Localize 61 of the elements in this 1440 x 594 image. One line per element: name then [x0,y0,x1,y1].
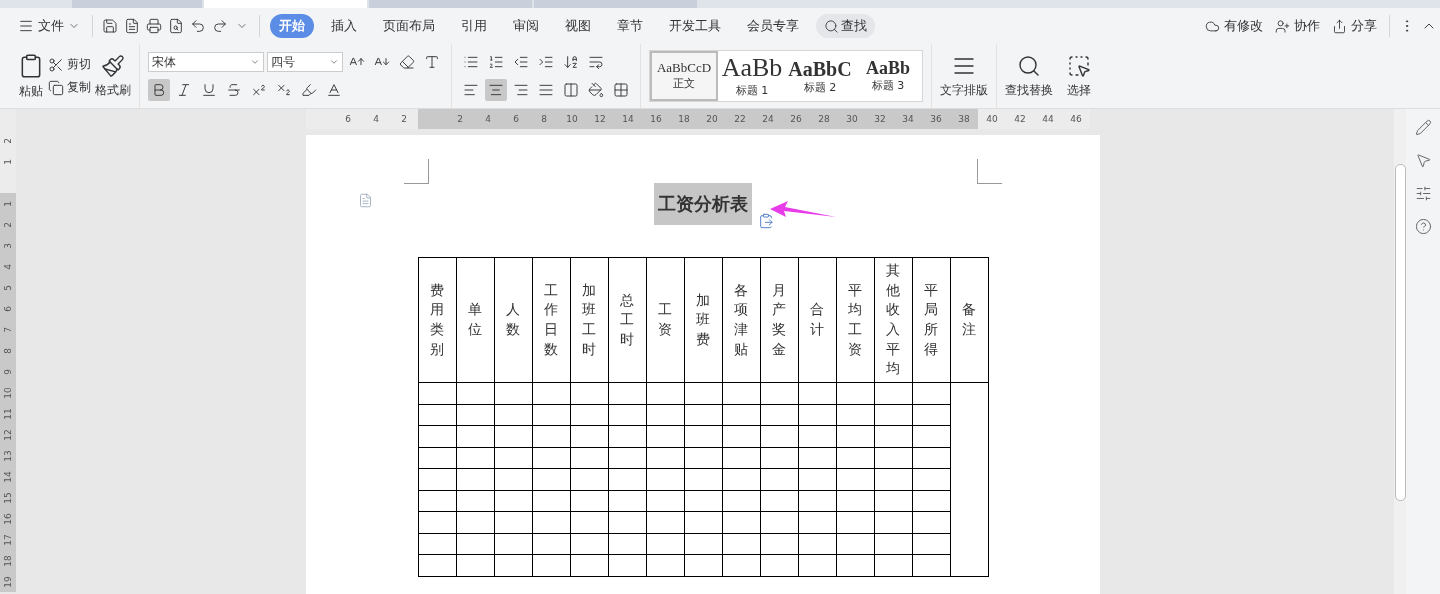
ruler-number: 1 [0,193,16,214]
toolbar-button[interactable]: 分享 [1326,17,1383,35]
font-size-field[interactable]: 四号 [267,52,343,72]
ruler-number: 3 [0,235,16,256]
ruler-number: 2 [0,130,16,151]
ruler-number: 18 [0,550,16,571]
ruler-number: 17 [0,529,16,550]
ruler-number: 12 [0,424,16,445]
ruler-number: 11 [0,403,16,424]
ruler-number: 19 [0,571,16,592]
table-header-cell: 总工时 [608,257,646,383]
table-header-cell: 加班费 [684,257,722,383]
table-header-cell: 备注 [950,257,988,383]
table-header-cell: 单位 [456,257,494,383]
ruler-number: 7 [0,319,16,340]
table-header-cell: 加班工时 [570,257,608,383]
table-header-cell: 平均工资 [836,257,874,383]
cut-button[interactable]: 剪切 [48,56,91,73]
ribbon-tab[interactable]: 审阅 [504,14,548,38]
copy-button[interactable]: 复制 [48,79,91,96]
toolbar-button[interactable]: 有修改 [1199,17,1269,35]
table-header-cell: 平局所得 [912,257,950,383]
table-header-cell: 工作日数 [532,257,570,383]
ribbon-tab[interactable]: 开发工具 [660,14,730,38]
ruler-number: 6 [0,298,16,319]
ribbon-tab[interactable]: 页面布局 [374,14,444,38]
font-name-field[interactable]: 宋体 [148,52,264,72]
ruler-number: 16 [0,508,16,529]
document-title: 工资分析表 [654,183,752,225]
ribbon-tab[interactable]: 引用 [452,14,496,38]
file-menu[interactable]: 文件 [12,17,86,35]
style-option[interactable]: AaBbCcD 正文 [650,51,718,101]
find-replace-button[interactable]: 查找替换 [1005,53,1053,99]
table-header-cell: 其他收入平均 [874,257,912,383]
text-layout-button[interactable]: 文字排版 [940,53,988,99]
ruler-number: 2 [0,214,16,235]
ruler-number: 1 [0,151,16,172]
paste-button[interactable]: 粘贴 [18,52,44,100]
ribbon-tab[interactable]: 视图 [556,14,600,38]
ruler-number: 14 [0,466,16,487]
search-button[interactable]: 查找 [816,14,875,38]
ruler-number: 13 [0,445,16,466]
ruler-number: 4 [0,256,16,277]
ribbon-tab[interactable]: 插入 [322,14,366,38]
ruler-number: 8 [0,340,16,361]
select-button[interactable]: 选择 [1067,53,1091,99]
table-header-cell: 各项津贴 [722,257,760,383]
format-painter-button[interactable]: 格式刷 [95,53,131,99]
ribbon-tab[interactable]: 章节 [608,14,652,38]
table-header-cell: 合计 [798,257,836,383]
ruler-number: 5 [0,277,16,298]
ruler-number: 9 [0,361,16,382]
ruler-number: 10 [0,382,16,403]
table-header-cell: 月产奖金 [760,257,798,383]
ruler-number: 15 [0,487,16,508]
table-header-cell: 费用类别 [418,257,456,383]
toolbar-button[interactable]: 协作 [1269,17,1326,35]
ribbon-tab[interactable]: 会员专享 [738,14,808,38]
table-header-cell: 工资 [646,257,684,383]
table-header-cell: 人数 [494,257,532,383]
horizontal-ruler: 6 4 2 2 4 6 8 10 12 14 16 18 20 22 24 26 28 30 32 34 36 38 40 42 44 46 [306,109,1090,129]
